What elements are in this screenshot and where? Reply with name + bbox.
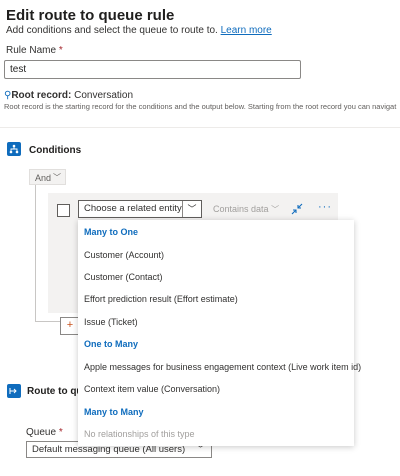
menu-group-one-to-many: One to Many <box>84 339 139 349</box>
and-operator-label: And <box>35 173 52 183</box>
queue-label-text: Queue <box>26 427 57 438</box>
menu-group-many-to-one: Many to One <box>84 227 139 237</box>
contains-data-dropdown[interactable]: Contains data ﹀ <box>213 204 279 215</box>
learn-more-link[interactable]: Learn more <box>221 25 272 36</box>
chevron-down-icon: ﹀ <box>53 173 61 182</box>
required-mark: * <box>58 45 63 56</box>
related-entity-menu: Many to One Customer (Account) Customer … <box>78 220 361 446</box>
menu-item[interactable]: Context item value (Conversation) <box>84 384 220 394</box>
collapse-icon[interactable] <box>291 203 303 218</box>
conditions-icon <box>7 142 21 156</box>
chevron-down-icon: ﹀ <box>271 205 280 214</box>
menu-item[interactable]: Customer (Contact) <box>84 272 163 282</box>
condition-checkbox[interactable] <box>57 204 70 217</box>
menu-empty-message: No relationships of this type <box>84 429 195 439</box>
add-condition-button[interactable]: + <box>60 317 80 335</box>
related-entity-select[interactable]: Choose a related entity ﹀ <box>78 200 202 218</box>
menu-item[interactable]: Apple messages for business engagement c… <box>84 362 361 372</box>
page-subtitle: Add conditions and select the queue to r… <box>6 25 272 36</box>
tree-line <box>35 185 36 321</box>
more-options-icon[interactable]: ··· <box>318 201 332 213</box>
root-record-value: Conversation <box>74 90 134 101</box>
rule-name-input[interactable]: test <box>4 60 301 79</box>
contains-data-label: Contains data <box>213 204 269 214</box>
queue-label: Queue * <box>26 427 63 438</box>
route-icon <box>7 384 21 398</box>
required-mark: * <box>58 427 63 438</box>
chevron-down-icon: ﹀ <box>182 201 201 217</box>
menu-item[interactable]: Effort prediction result (Effort estimat… <box>84 294 238 304</box>
menu-item[interactable]: Customer (Account) <box>84 250 164 260</box>
rule-name-label: Rule Name * <box>6 45 63 56</box>
menu-item[interactable]: Issue (Ticket) <box>84 317 138 327</box>
divider <box>0 127 400 128</box>
menu-group-many-to-many: Many to Many <box>84 407 144 417</box>
and-operator-dropdown[interactable]: And ﹀ <box>29 169 66 185</box>
root-record-line: ⚲Root record: Conversation <box>4 90 133 101</box>
root-record-label: Root record: <box>11 90 72 101</box>
rule-name-label-text: Rule Name <box>6 45 57 56</box>
related-entity-placeholder: Choose a related entity <box>84 203 182 214</box>
root-record-description: Root record is the starting record for t… <box>4 102 397 111</box>
conditions-title: Conditions <box>29 145 82 156</box>
subtitle-text: Add conditions and select the queue to r… <box>6 25 218 36</box>
page-title: Edit route to queue rule <box>6 7 175 24</box>
